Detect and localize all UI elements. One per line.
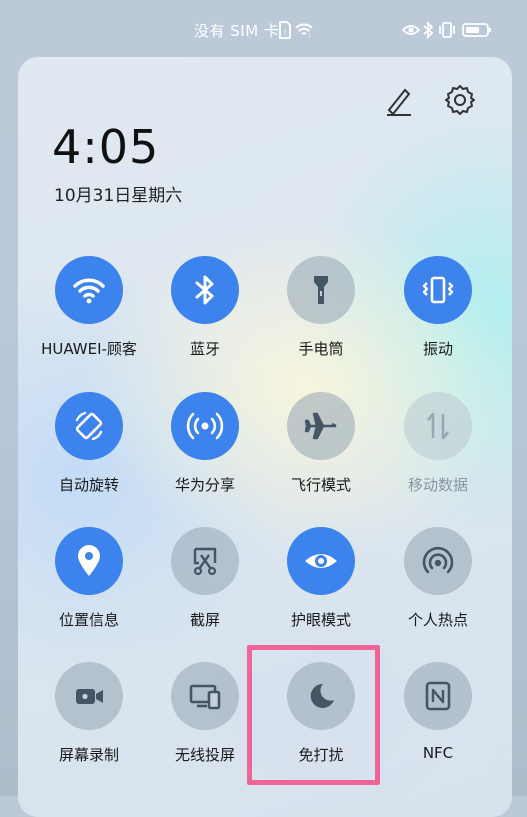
highlight-frame xyxy=(247,645,380,785)
huawei-share-icon xyxy=(186,412,224,440)
toggle-circle[interactable] xyxy=(55,256,123,324)
status-bar: 没有 SIM 卡 ! ! xyxy=(0,0,527,56)
toggle-wifi[interactable]: HUAWEI-顾客 xyxy=(24,256,154,381)
airplane-icon xyxy=(304,412,337,440)
toggle-circle[interactable] xyxy=(287,392,355,460)
vibrate-icon xyxy=(439,22,455,38)
svg-text:!: ! xyxy=(308,33,310,40)
toggle-screen-record[interactable]: 屏幕录制 xyxy=(24,662,154,787)
bluetooth-icon xyxy=(195,275,214,305)
toggle-bluetooth[interactable]: 蓝牙 xyxy=(140,256,270,381)
battery-icon xyxy=(462,23,491,37)
toggle-airplane[interactable]: 飞行模式 xyxy=(256,392,386,517)
bluetooth-icon xyxy=(423,20,434,40)
toggle-eye-comfort[interactable]: 护眼模式 xyxy=(256,527,386,652)
toggle-circle[interactable] xyxy=(55,392,123,460)
toggle-label: 个人热点 xyxy=(407,611,468,629)
hotspot-icon xyxy=(422,546,454,574)
wireless-projection-icon xyxy=(189,684,221,710)
toggle-location[interactable]: 位置信息 xyxy=(24,527,154,652)
toggle-huawei-share[interactable]: 华为分享 xyxy=(140,392,270,517)
wifi-icon: ! xyxy=(295,23,313,40)
settings-button[interactable] xyxy=(442,82,478,118)
flashlight-icon xyxy=(314,276,328,304)
sim-card-icon: ! xyxy=(279,21,291,39)
clock-date: 10月31日星期六 xyxy=(54,186,183,206)
toggle-hotspot[interactable]: 个人热点 xyxy=(373,527,503,652)
toggle-circle[interactable] xyxy=(287,527,355,595)
toggle-label: NFC xyxy=(422,744,454,762)
toggle-circle[interactable] xyxy=(404,256,472,324)
toggle-nfc[interactable]: NFC xyxy=(373,662,503,787)
clock-time: 4:05 xyxy=(52,120,160,174)
toggle-flashlight[interactable]: 手电筒 xyxy=(256,256,386,381)
carrier-text: 没有 SIM 卡 xyxy=(194,22,280,40)
toggle-mobile-data[interactable]: 移动数据 xyxy=(373,392,503,517)
toggle-circle[interactable] xyxy=(287,256,355,324)
gear-icon xyxy=(445,85,475,115)
svg-text:!: ! xyxy=(283,28,286,37)
toggle-vibrate[interactable]: 振动 xyxy=(373,256,503,381)
toggle-circle[interactable] xyxy=(404,392,472,460)
toggle-circle[interactable] xyxy=(55,662,123,730)
wifi-icon xyxy=(73,278,105,304)
pencil-icon xyxy=(387,88,411,116)
nfc-icon xyxy=(425,681,451,711)
toggle-auto-rotate[interactable]: 自动旋转 xyxy=(24,392,154,517)
auto-rotate-icon xyxy=(75,411,103,441)
toggle-circle[interactable] xyxy=(171,527,239,595)
toggle-circle[interactable] xyxy=(404,527,472,595)
screenshot-icon xyxy=(193,547,217,576)
toggle-circle[interactable] xyxy=(171,662,239,730)
eye-icon xyxy=(402,25,420,35)
vibrate-icon xyxy=(422,276,454,304)
mobile-data-icon xyxy=(427,412,449,440)
toggle-screenshot[interactable]: 截屏 xyxy=(140,527,270,652)
toggle-circle[interactable] xyxy=(171,256,239,324)
eye-comfort-icon xyxy=(305,554,337,568)
toggle-label: 振动 xyxy=(422,340,453,358)
toggle-circle[interactable] xyxy=(171,392,239,460)
toggle-circle[interactable] xyxy=(55,527,123,595)
toggle-circle[interactable] xyxy=(404,662,472,730)
screen-record-icon xyxy=(76,689,103,704)
edit-button[interactable] xyxy=(380,83,416,119)
toggle-label: 移动数据 xyxy=(407,476,468,494)
location-icon xyxy=(78,545,100,576)
